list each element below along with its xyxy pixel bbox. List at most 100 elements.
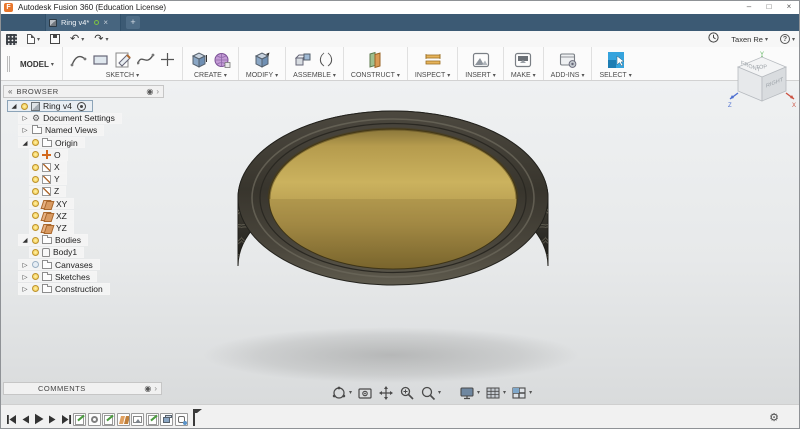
browser-item-xz[interactable]: XZ: [3, 210, 164, 222]
tree-row-chip[interactable]: XY: [29, 197, 75, 210]
joint-button[interactable]: [295, 51, 313, 68]
panel-label-addins[interactable]: ADD-INS ▾: [551, 72, 585, 79]
tab-ring-v4[interactable]: Ring v4* ×: [45, 14, 121, 31]
insert-button[interactable]: [472, 52, 490, 68]
visibility-bulb-icon[interactable]: [32, 212, 39, 220]
point-tool-button[interactable]: [160, 52, 175, 67]
save-button[interactable]: [50, 34, 61, 44]
minimize-button[interactable]: –: [739, 1, 759, 13]
collapse-triangle-icon[interactable]: ◢: [21, 139, 29, 147]
tree-row-chip[interactable]: ▷ ⚙ Document Settings: [18, 112, 122, 125]
tree-row-chip[interactable]: O: [29, 149, 68, 161]
extrude-button[interactable]: [190, 51, 208, 69]
panel-label-select[interactable]: SELECT ▾: [599, 72, 631, 79]
visibility-bulb-icon[interactable]: [21, 102, 28, 110]
panel-label-sketch[interactable]: SKETCH ▾: [106, 72, 139, 79]
addins-button[interactable]: [559, 52, 577, 68]
tree-row-chip[interactable]: Y: [29, 173, 67, 185]
visibility-bulb-icon[interactable]: [32, 175, 39, 183]
tree-row-chip[interactable]: Z: [29, 185, 67, 198]
browser-header[interactable]: « BROWSER ◉ ›: [3, 85, 164, 98]
select-button[interactable]: [607, 51, 625, 69]
visibility-bulb-icon[interactable]: [32, 236, 39, 244]
make-button[interactable]: [514, 52, 532, 68]
measure-button[interactable]: [424, 52, 442, 67]
play-button[interactable]: [34, 412, 44, 428]
tree-row-chip[interactable]: ◢ Bodies: [18, 234, 88, 246]
user-menu-button[interactable]: Taxen Re ▾: [731, 35, 768, 44]
browser-item-bodies[interactable]: ◢ Bodies: [3, 234, 164, 246]
expand-chevron-icon[interactable]: ›: [154, 384, 157, 393]
tree-row-chip[interactable]: XZ: [29, 210, 74, 222]
panel-label-insert[interactable]: INSERT ▾: [465, 72, 496, 79]
step-forward-button[interactable]: [48, 412, 57, 428]
arc-tool-button[interactable]: [70, 51, 87, 68]
expand-triangle-icon[interactable]: ▷: [21, 273, 29, 281]
timeline-feature-construction-plane[interactable]: [116, 413, 130, 426]
close-button[interactable]: ×: [779, 1, 799, 13]
tree-row-chip[interactable]: ▷ Construction: [18, 283, 110, 295]
expand-triangle-icon[interactable]: ▷: [21, 285, 29, 293]
comments-header[interactable]: COMMENTS ◉ ›: [3, 382, 162, 395]
visibility-bulb-icon[interactable]: [32, 200, 39, 208]
maximize-button[interactable]: □: [759, 1, 779, 13]
browser-item-y[interactable]: Y: [3, 173, 164, 185]
construct-plane-button[interactable]: [366, 51, 384, 69]
browser-item-construction[interactable]: ▷ Construction: [3, 283, 164, 295]
visibility-bulb-icon[interactable]: [32, 163, 39, 171]
expand-chevron-icon[interactable]: ›: [156, 87, 159, 96]
look-at-button[interactable]: [357, 385, 373, 401]
panel-label-inspect[interactable]: INSPECT ▾: [415, 72, 450, 79]
collapse-panel-icon[interactable]: «: [8, 87, 12, 97]
visibility-bulb-icon[interactable]: [32, 248, 39, 256]
viewcube[interactable]: Y Z X TOP FRONT RIGHT: [728, 51, 798, 118]
grid-settings-button[interactable]: ▾: [485, 385, 506, 401]
panel-label-modify[interactable]: MODIFY ▾: [246, 72, 278, 79]
timeline-feature-extrude[interactable]: [160, 413, 173, 426]
create-form-button[interactable]: [213, 51, 231, 69]
app-grid-icon[interactable]: [6, 33, 17, 45]
tree-row-chip[interactable]: ◢ Ring v4: [7, 100, 93, 112]
new-tab-button[interactable]: +: [126, 16, 140, 29]
visibility-bulb-icon[interactable]: [32, 285, 39, 293]
timeline-playhead[interactable]: [193, 409, 202, 426]
browser-item-ring-v4[interactable]: ◢ Ring v4: [3, 100, 164, 112]
tree-row-chip[interactable]: YZ: [29, 222, 74, 234]
rectangle-tool-button[interactable]: [92, 51, 109, 68]
panel-label-assemble[interactable]: ASSEMBLE ▾: [293, 72, 336, 79]
browser-item-body1[interactable]: Body1: [3, 246, 164, 259]
panel-label-create[interactable]: CREATE ▾: [194, 72, 227, 79]
pan-button[interactable]: [378, 385, 394, 401]
skip-to-start-button[interactable]: [6, 412, 17, 428]
press-pull-button[interactable]: [253, 51, 271, 69]
browser-item-xy[interactable]: XY: [3, 197, 164, 210]
zoom-window-button[interactable]: ▾: [420, 385, 441, 401]
tree-row-chip[interactable]: ▷ Named Views: [18, 124, 105, 137]
panel-label-construct[interactable]: CONSTRUCT ▾: [351, 72, 400, 79]
browser-item-sketches[interactable]: ▷ Sketches: [3, 270, 164, 283]
create-sketch-button[interactable]: [114, 51, 132, 69]
visibility-bulb-icon[interactable]: [32, 224, 39, 232]
timeline-feature-form[interactable]: [174, 413, 188, 426]
visibility-bulb-icon[interactable]: [32, 273, 39, 281]
step-back-button[interactable]: [21, 412, 30, 428]
skip-to-end-button[interactable]: [61, 412, 72, 428]
browser-item-o[interactable]: O: [3, 149, 164, 161]
visibility-bulb-icon[interactable]: [32, 151, 39, 159]
viewports-button[interactable]: ▾: [511, 385, 532, 401]
browser-item-z[interactable]: Z: [3, 185, 164, 198]
display-settings-button[interactable]: ▾: [459, 385, 480, 401]
browser-item-origin[interactable]: ◢ Origin: [3, 136, 164, 149]
browser-item-document-settings[interactable]: ▷ ⚙ Document Settings: [3, 112, 164, 125]
motion-study-button[interactable]: [318, 51, 334, 68]
visibility-bulb-icon[interactable]: [32, 261, 39, 269]
job-status-button[interactable]: [708, 30, 719, 48]
workspace-selector[interactable]: MODEL ▾: [12, 47, 62, 81]
tree-row-chip[interactable]: ▷ Sketches: [18, 270, 97, 283]
tree-row-chip[interactable]: Body1: [29, 246, 85, 259]
help-menu-button[interactable]: ? ▾: [779, 34, 795, 44]
tree-row-chip[interactable]: X: [29, 161, 67, 173]
zoom-button[interactable]: [399, 385, 415, 401]
orbit-button[interactable]: ▾: [331, 385, 352, 401]
visibility-bulb-icon[interactable]: [32, 139, 39, 147]
